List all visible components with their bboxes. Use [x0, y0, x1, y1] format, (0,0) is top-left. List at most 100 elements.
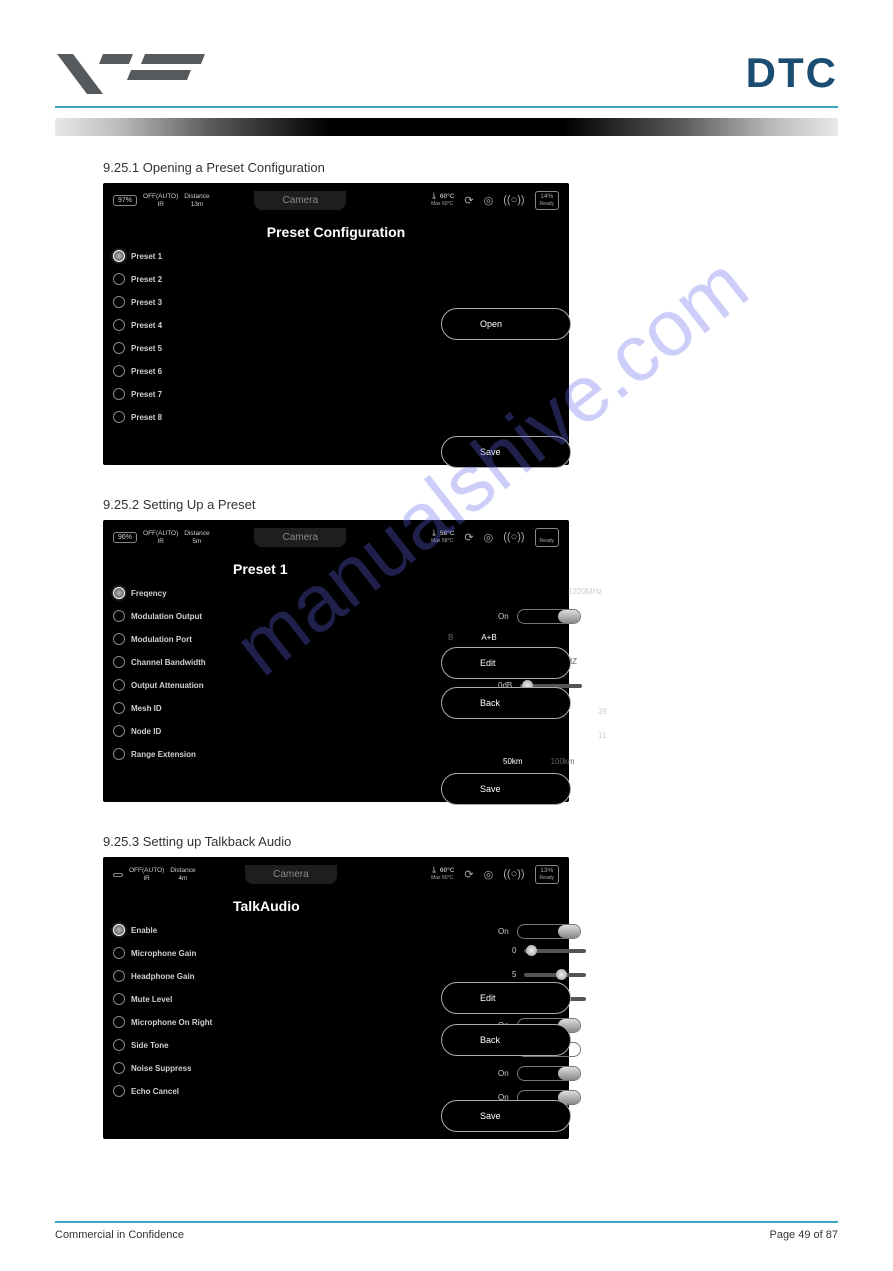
menu-item[interactable]: Enable [113, 924, 268, 936]
menu-item[interactable]: Preset 8 [113, 411, 268, 423]
menu-label: Preset 2 [131, 275, 162, 284]
save-button[interactable]: Save [441, 1100, 571, 1132]
header-gradient [55, 118, 838, 136]
camera-tab[interactable]: Camera [254, 191, 346, 210]
menu-item[interactable]: Freqency [113, 587, 268, 599]
distance-status: Distance13m [184, 193, 209, 207]
radio-icon [113, 679, 125, 691]
distance-status: Distance5m [184, 530, 209, 544]
menu-label: Preset 3 [131, 298, 162, 307]
menu-label: Enable [131, 926, 157, 935]
option[interactable]: 50km [503, 757, 523, 766]
signal-icon[interactable]: ((○)) [503, 194, 524, 206]
menu-item[interactable]: Channel Bandwidth [113, 656, 268, 668]
menu-item[interactable]: Headphone Gain [113, 970, 268, 982]
values-column: On050OnOffOnOnEditBackSave [268, 924, 559, 1108]
slider[interactable] [524, 973, 586, 977]
signal-icon[interactable]: ((○)) [503, 868, 524, 880]
menu-label: Microphone Gain [131, 949, 196, 958]
radio-icon [113, 610, 125, 622]
screenshot-1: 97% OFF(AUTO)IR Distance13m Camera 🌡 60°… [103, 183, 569, 465]
open-button[interactable]: Open [441, 308, 571, 340]
menu-label: Mute Level [131, 995, 172, 1004]
slider[interactable] [524, 949, 586, 953]
distance-status: Distance4m [170, 867, 195, 881]
back-button[interactable]: Back [441, 1024, 571, 1056]
temp-status: 🌡 60°CMax 60°C [430, 867, 455, 882]
option[interactable]: B [448, 633, 453, 642]
menu-label: Node ID [131, 727, 161, 736]
toggle[interactable] [517, 924, 581, 939]
menu-item[interactable]: Preset 6 [113, 365, 268, 377]
menu-item[interactable]: Modulation Output [113, 610, 268, 622]
temp-status: 🌡 60°CMax 60°C [430, 193, 455, 208]
toggle[interactable] [517, 609, 581, 624]
menu-label: Headphone Gain [131, 972, 195, 981]
menu-item[interactable]: Preset 3 [113, 296, 268, 308]
sync-icon[interactable]: ⟳ [464, 531, 473, 544]
radio-icon [113, 365, 125, 377]
menu-label: Preset 6 [131, 367, 162, 376]
location-icon[interactable]: ◎ [484, 194, 494, 207]
edit-button[interactable]: Edit [441, 647, 571, 679]
camera-tab[interactable]: Camera [254, 528, 346, 547]
section-title: 9.25.3 Setting up Talkback Audio [103, 834, 838, 849]
signal-icon[interactable]: ((○)) [503, 531, 524, 543]
menu-label: Range Extension [131, 750, 196, 759]
menu-label: Freqency [131, 589, 167, 598]
menu-item[interactable]: Output Attenuation [113, 679, 268, 691]
menu-item[interactable]: Modulation Port [113, 633, 268, 645]
edit-button[interactable]: Edit [441, 982, 571, 1014]
header-rule [55, 106, 838, 108]
menu-item[interactable]: Preset 2 [113, 273, 268, 285]
save-button[interactable]: Save [441, 436, 571, 468]
sync-icon[interactable]: ⟳ [464, 868, 473, 881]
screen-title: TalkAudio [233, 898, 569, 914]
menu-item[interactable]: Preset 7 [113, 388, 268, 400]
radio-icon [113, 924, 125, 936]
radio-icon [113, 970, 125, 982]
menu-item[interactable]: Side Tone [113, 1039, 268, 1051]
menu-item[interactable]: Preset 1 [113, 250, 268, 262]
menu-label: Preset 4 [131, 321, 162, 330]
ready-badge: Ready [535, 528, 559, 547]
section-title: 9.25.1 Opening a Preset Configuration [103, 160, 838, 175]
screen-title: Preset Configuration [103, 224, 569, 240]
menu-label: Mesh ID [131, 704, 162, 713]
radio-icon [113, 411, 125, 423]
menu-label: Echo Cancel [131, 1087, 179, 1096]
location-icon[interactable]: ◎ [484, 531, 494, 544]
menu-label: Preset 5 [131, 344, 162, 353]
radio-icon [113, 725, 125, 737]
sync-icon[interactable]: ⟳ [464, 194, 473, 207]
radio-icon [113, 250, 125, 262]
ready-badge: 14%Ready [535, 191, 559, 210]
menu-label: Preset 1 [131, 252, 162, 261]
option[interactable]: A+B [481, 633, 496, 642]
location-icon[interactable]: ◎ [484, 868, 494, 881]
menu-item[interactable]: Node ID [113, 725, 268, 737]
menu-item[interactable]: Microphone On Right [113, 1016, 268, 1028]
ve-logo [55, 48, 215, 98]
menu-item[interactable]: Preset 5 [113, 342, 268, 354]
menu-item[interactable]: Microphone Gain [113, 947, 268, 959]
option[interactable]: 100km [551, 757, 575, 766]
toggle[interactable] [517, 1066, 581, 1081]
menu-item[interactable]: Range Extension [113, 748, 268, 760]
menu-item[interactable]: Noise Suppress [113, 1062, 268, 1074]
back-button[interactable]: Back [441, 687, 571, 719]
menu-list: Enable Microphone Gain Headphone Gain Mute … [113, 924, 268, 1108]
screen-title: Preset 1 [233, 561, 569, 577]
status-bar: OFF(AUTO)IR Distance4m Camera 🌡 60°CMax … [103, 857, 569, 884]
menu-item[interactable]: Preset 4 [113, 319, 268, 331]
menu-item[interactable]: Mesh ID [113, 702, 268, 714]
menu-label: Preset 8 [131, 413, 162, 422]
menu-item[interactable]: Echo Cancel [113, 1085, 268, 1097]
menu-label: Preset 7 [131, 390, 162, 399]
menu-item[interactable]: Mute Level [113, 993, 268, 1005]
camera-tab[interactable]: Camera [245, 865, 337, 884]
save-button[interactable]: Save [441, 773, 571, 805]
radio-icon [113, 702, 125, 714]
ir-status: OFF(AUTO)IR [143, 193, 178, 207]
dtc-logo: DTC [746, 49, 838, 97]
